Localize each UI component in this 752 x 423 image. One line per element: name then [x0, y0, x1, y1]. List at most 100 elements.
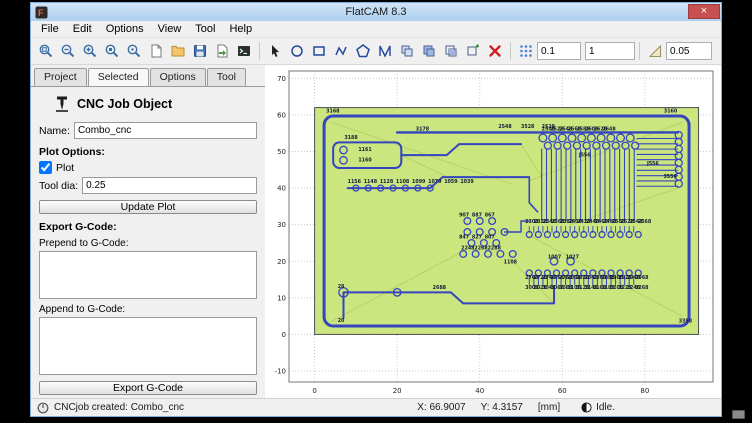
svg-text:1039: 1039 — [460, 179, 474, 185]
replot-button[interactable] — [123, 40, 145, 62]
shell-button[interactable] — [233, 40, 255, 62]
svg-text:1108: 1108 — [396, 179, 410, 185]
svg-text:1108: 1108 — [504, 259, 518, 265]
open-file-button[interactable] — [167, 40, 189, 62]
zoom-selection-button[interactable] — [101, 40, 123, 62]
grid-y-input[interactable] — [585, 42, 635, 60]
coord-x: X: 66.9007 — [417, 402, 465, 413]
tab-tool[interactable]: Tool — [207, 68, 246, 86]
window-title: FlatCAM 8.3 — [31, 6, 721, 18]
units-label: [mm] — [538, 402, 560, 413]
svg-text:3528: 3528 — [521, 124, 535, 130]
close-button[interactable]: × — [688, 4, 720, 19]
svg-text:3188: 3188 — [344, 135, 358, 141]
svg-text:2268: 2268 — [474, 246, 488, 252]
svg-text:10: 10 — [277, 294, 286, 302]
svg-text:-10: -10 — [275, 368, 286, 376]
draw-polygon-button[interactable] — [352, 40, 374, 62]
select-tool-button[interactable] — [264, 40, 286, 62]
svg-text:40: 40 — [277, 185, 286, 193]
svg-text:1027: 1027 — [566, 254, 579, 260]
svg-text:50: 50 — [277, 148, 286, 156]
update-plot-button[interactable]: Update Plot — [39, 200, 257, 214]
svg-text:887: 887 — [472, 213, 482, 219]
tool-dia-label: Tool dia: — [39, 180, 78, 192]
tab-selected[interactable]: Selected — [88, 68, 149, 86]
snap-max-icon[interactable] — [646, 42, 664, 60]
tab-project[interactable]: Project — [34, 68, 87, 86]
new-file-button[interactable] — [145, 40, 167, 62]
draw-rectangle-button[interactable] — [308, 40, 330, 62]
svg-text:3268: 3268 — [635, 285, 649, 291]
svg-text:0: 0 — [312, 387, 316, 395]
menu-options[interactable]: Options — [99, 22, 151, 36]
svg-text:847: 847 — [459, 235, 469, 241]
svg-text:70: 70 — [277, 75, 286, 83]
svg-text:3178: 3178 — [416, 126, 430, 132]
grid-snap-icon[interactable] — [517, 42, 535, 60]
svg-text:20: 20 — [393, 387, 402, 395]
object-title: CNC Job Object — [77, 97, 172, 111]
svg-text:2548: 2548 — [498, 124, 512, 130]
plot-checkbox-label: Plot — [56, 162, 74, 174]
menu-tool[interactable]: Tool — [188, 22, 222, 36]
name-label: Name: — [39, 125, 70, 137]
svg-text:1156: 1156 — [348, 179, 362, 185]
svg-text:0: 0 — [282, 331, 286, 339]
svg-text:1160: 1160 — [358, 158, 372, 164]
svg-text:3160: 3160 — [664, 109, 678, 115]
svg-text:3556: 3556 — [663, 174, 677, 180]
svg-text:807: 807 — [485, 235, 495, 241]
svg-text:J556: J556 — [578, 152, 591, 158]
name-input[interactable] — [74, 122, 257, 139]
draw-freehand-button[interactable] — [374, 40, 396, 62]
zoom-fit-button[interactable] — [35, 40, 57, 62]
menu-view[interactable]: View — [151, 22, 189, 36]
svg-text:2288: 2288 — [488, 246, 502, 252]
cnc-job-icon — [53, 95, 71, 113]
title-bar[interactable]: F FlatCAM 8.3 × — [31, 3, 721, 21]
plot-area[interactable]: 020406080-100102030405060703168316033582… — [265, 65, 721, 398]
main-area: Project Selected Options Tool CNC Job Ob… — [31, 65, 721, 398]
menu-file[interactable]: File — [34, 22, 66, 36]
save-file-button[interactable] — [189, 40, 211, 62]
append-label: Append to G-Code: — [39, 304, 257, 315]
menu-help[interactable]: Help — [222, 22, 259, 36]
prepend-textarea[interactable] — [39, 251, 257, 299]
tool-dia-input[interactable] — [82, 177, 257, 194]
export-gcode-button[interactable]: Export G-Code — [39, 381, 257, 395]
intersect-geometry-button[interactable] — [440, 40, 462, 62]
draw-path-button[interactable] — [330, 40, 352, 62]
buffer-geometry-button[interactable] — [462, 40, 484, 62]
zoom-out-button[interactable] — [57, 40, 79, 62]
plot-options-heading: Plot Options: — [39, 146, 257, 158]
svg-text:60: 60 — [277, 111, 286, 119]
pcb-plot-canvas[interactable]: 020406080-100102030405060703168316033582… — [265, 65, 721, 398]
import-file-button[interactable] — [211, 40, 233, 62]
append-textarea[interactable] — [39, 317, 257, 375]
svg-text:1148: 1148 — [364, 179, 378, 185]
svg-text:2968: 2968 — [635, 275, 649, 281]
toolbar-separator — [259, 42, 260, 60]
svg-text:60: 60 — [558, 387, 567, 395]
snap-max-input[interactable] — [666, 42, 712, 60]
zoom-in-button[interactable] — [79, 40, 101, 62]
svg-text:907: 907 — [459, 213, 469, 219]
tab-bar: Project Selected Options Tool — [31, 65, 265, 86]
svg-text:867: 867 — [485, 213, 495, 219]
idle-indicator-icon — [581, 402, 592, 413]
svg-text:1099: 1099 — [412, 179, 426, 185]
svg-text:1007: 1007 — [548, 254, 561, 260]
grid-x-input[interactable] — [537, 42, 581, 60]
screenshot-stage: F FlatCAM 8.3 × File Edit Options View T… — [0, 0, 752, 423]
delete-button[interactable] — [484, 40, 506, 62]
menu-bar: File Edit Options View Tool Help — [31, 21, 721, 38]
union-geometry-button[interactable] — [418, 40, 440, 62]
tab-options[interactable]: Options — [150, 68, 206, 86]
svg-text:1128: 1128 — [380, 179, 394, 185]
copy-geometry-button[interactable] — [396, 40, 418, 62]
draw-circle-button[interactable] — [286, 40, 308, 62]
menu-edit[interactable]: Edit — [66, 22, 99, 36]
plot-checkbox[interactable] — [39, 161, 52, 174]
selected-tab-panel: CNC Job Object Name: Plot Options: Plot … — [31, 86, 265, 398]
